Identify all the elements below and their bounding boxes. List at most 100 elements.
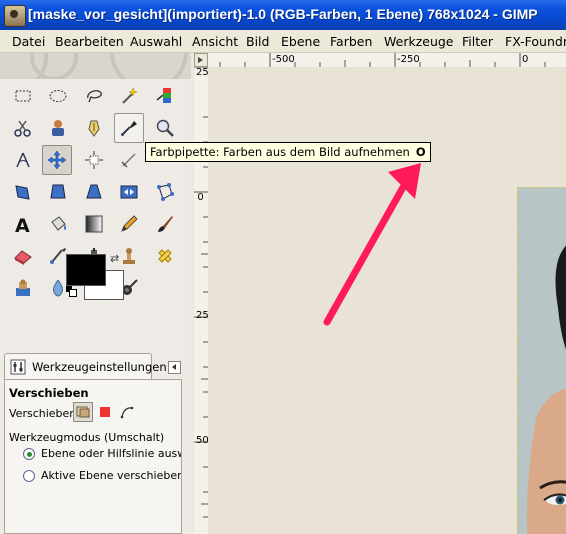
- menu-bearbeiten[interactable]: Bearbeiten: [55, 34, 124, 49]
- heal-icon: [158, 249, 172, 263]
- heal-tool[interactable]: [150, 241, 180, 271]
- blend-tool[interactable]: [79, 209, 109, 239]
- cage-icon: [157, 183, 174, 201]
- tooltip-shortcut: O: [415, 145, 426, 159]
- ruler-label: 500: [196, 435, 209, 446]
- menu-bild[interactable]: Bild: [246, 34, 269, 49]
- radio-active-layer[interactable]: [23, 470, 35, 482]
- scissors-icon: [14, 120, 31, 137]
- horizontal-ruler[interactable]: -500 -250 0: [208, 53, 566, 68]
- foreground-select-icon: [52, 120, 64, 136]
- ruler-label: 250: [196, 67, 209, 78]
- bucket-fill-tool[interactable]: [43, 209, 73, 239]
- ellipse-select-icon: [49, 90, 67, 102]
- eraser-tool[interactable]: [8, 241, 38, 271]
- tooltip-text: Farbpipette: Farben aus dem Bild aufnehm…: [150, 145, 410, 159]
- color-select-icon: [156, 88, 171, 103]
- scale-icon: [50, 184, 66, 199]
- color-picker-icon: [121, 121, 137, 136]
- title-bar: [maske_vor_gesicht](importiert)-1.0 (RGB…: [0, 0, 566, 30]
- menu-farben[interactable]: Farben: [330, 34, 372, 49]
- zoom-tool[interactable]: [150, 113, 180, 143]
- shear-tool[interactable]: [79, 177, 109, 207]
- dock-menu-button[interactable]: [168, 361, 181, 374]
- pencil-icon: [121, 215, 138, 232]
- move-path-button[interactable]: [117, 402, 137, 422]
- crop-tool[interactable]: [114, 145, 144, 175]
- blur-icon: [53, 279, 63, 297]
- vertical-ruler-ticks: [194, 67, 208, 518]
- quick-mask-toggle[interactable]: [194, 53, 208, 67]
- menu-fx-foundry[interactable]: FX-Foundry: [505, 34, 566, 49]
- tool-mode-label: Werkzeugmodus (Umschalt): [9, 431, 165, 444]
- svg-text:A: A: [15, 215, 30, 234]
- tool-options-tab-label: Werkzeugeinstellungen: [32, 360, 167, 374]
- foreground-color[interactable]: [66, 254, 106, 286]
- rect-select-tool[interactable]: [8, 81, 38, 111]
- move-layer-button[interactable]: [73, 402, 93, 422]
- blend-icon: [85, 215, 103, 233]
- scissors-tool[interactable]: [8, 113, 38, 143]
- eraser-icon: [14, 250, 32, 265]
- tool-options-icon: [10, 359, 26, 375]
- select-by-color-tool[interactable]: [150, 81, 180, 111]
- tool-options-tab[interactable]: Werkzeugeinstellungen: [4, 353, 167, 380]
- lasso-tool[interactable]: [79, 81, 109, 111]
- flip-tool[interactable]: [114, 177, 144, 207]
- menu-filter[interactable]: Filter: [462, 34, 493, 49]
- ruler-label: -250: [397, 54, 420, 65]
- color-picker-tool[interactable]: [114, 113, 144, 143]
- move-selection-button[interactable]: [95, 402, 115, 422]
- menu-ansicht[interactable]: Ansicht: [192, 34, 238, 49]
- menu-werkzeuge[interactable]: Werkzeuge: [384, 34, 454, 49]
- lasso-icon: [87, 90, 102, 103]
- tool-options-title: Verschieben: [9, 386, 89, 400]
- radio-pick-layer[interactable]: [23, 448, 35, 460]
- menu-ebene[interactable]: Ebene: [281, 34, 320, 49]
- clone-icon: [123, 248, 135, 264]
- paintbrush-icon: [158, 216, 173, 232]
- measure-icon: [16, 152, 30, 168]
- menu-auswahl[interactable]: Auswahl: [130, 34, 182, 49]
- paintbrush-tool[interactable]: [150, 209, 180, 239]
- menu-bar: Datei Bearbeiten Auswahl Ansicht Bild Eb…: [0, 30, 566, 53]
- measure-tool[interactable]: [8, 145, 38, 175]
- ruler-label: -500: [272, 54, 295, 65]
- image-layer[interactable]: [517, 187, 566, 534]
- perspective-clone-tool[interactable]: [8, 273, 38, 303]
- text-tool[interactable]: A: [8, 209, 38, 239]
- airbrush-icon: [50, 248, 66, 264]
- paths-tool[interactable]: [79, 113, 109, 143]
- rotate-tool[interactable]: [8, 177, 38, 207]
- image-canvas[interactable]: [208, 67, 566, 534]
- scale-tool[interactable]: [43, 177, 73, 207]
- selection-icon: [100, 407, 110, 417]
- tooltip: Farbpipette: Farben aus dem Bild aufnehm…: [145, 142, 431, 162]
- rect-select-icon: [15, 90, 31, 102]
- ruler-label: 0: [522, 54, 529, 65]
- default-colors-icon[interactable]: [66, 286, 77, 297]
- cage-tool[interactable]: [150, 177, 180, 207]
- pencil-tool[interactable]: [114, 209, 144, 239]
- ellipse-select-tool[interactable]: [43, 81, 73, 111]
- move-type-label: Verschieben:: [9, 407, 80, 420]
- horizontal-ruler-ticks: [219, 53, 546, 67]
- magic-wand-icon: [122, 87, 138, 104]
- tool-options-panel: Verschieben Verschieben: Werkzeugmodus (…: [4, 379, 182, 534]
- text-icon: A: [15, 215, 30, 234]
- align-icon: [85, 151, 103, 169]
- shear-icon: [86, 184, 102, 199]
- crop-icon: [121, 153, 136, 168]
- magic-wand-tool[interactable]: [114, 81, 144, 111]
- move-tool[interactable]: [42, 145, 72, 175]
- ruler-label: 250: [196, 310, 209, 321]
- align-tool[interactable]: [79, 145, 109, 175]
- move-icon: [47, 150, 67, 170]
- swap-colors-icon[interactable]: ⇄: [110, 252, 119, 265]
- foreground-select-tool[interactable]: [43, 113, 73, 143]
- menu-datei[interactable]: Datei: [12, 34, 45, 49]
- layer-icon: [76, 406, 90, 418]
- gimp-wilber-icon[interactable]: [4, 5, 26, 27]
- vertical-ruler[interactable]: 250 0 250 500: [194, 67, 209, 534]
- bucket-fill-icon: [51, 216, 66, 231]
